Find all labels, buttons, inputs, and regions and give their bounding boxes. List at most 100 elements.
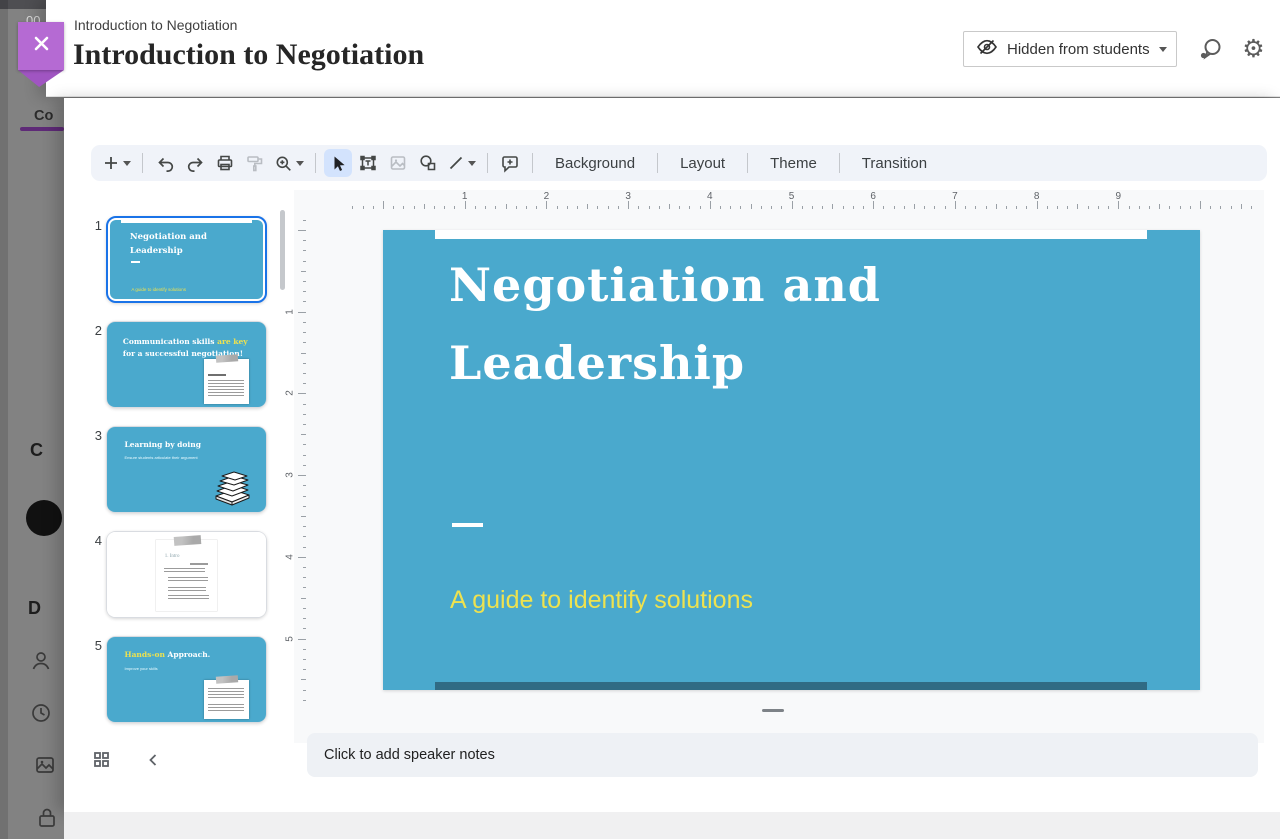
ruler-tick bbox=[638, 206, 639, 209]
chevron-down-icon bbox=[468, 161, 476, 166]
slide-thumbnail-4[interactable]: 1. Intro bbox=[106, 531, 267, 618]
gear-icon[interactable]: ⚙ bbox=[1240, 36, 1267, 63]
ruler-tick bbox=[700, 206, 701, 209]
transition-button[interactable]: Transition bbox=[848, 149, 941, 177]
ruler-tick bbox=[965, 206, 966, 209]
ruler-tick bbox=[567, 206, 568, 209]
ruler-tick bbox=[740, 206, 741, 209]
redo-button[interactable] bbox=[181, 149, 209, 177]
background-button[interactable]: Background bbox=[541, 149, 649, 177]
thumb5-title-accent: Hands-on bbox=[124, 650, 164, 659]
ruler-tick bbox=[434, 206, 435, 209]
ruler-tick bbox=[303, 526, 306, 527]
ruler-tick bbox=[303, 465, 306, 466]
slide-number: 2 bbox=[84, 323, 102, 338]
toolbar-divider bbox=[532, 153, 533, 173]
ruler-tick bbox=[863, 206, 864, 209]
toolbar-divider bbox=[142, 153, 143, 173]
ruler-tick bbox=[303, 322, 306, 323]
ruler-tick bbox=[301, 271, 306, 272]
ruler-tick bbox=[1220, 206, 1221, 209]
ruler-tick bbox=[303, 455, 306, 456]
ruler-tick bbox=[303, 404, 306, 405]
ruler-tick bbox=[303, 618, 306, 619]
slide-title-textbox[interactable]: Negotiation and Leadership bbox=[449, 246, 1089, 402]
ruler-tick bbox=[1200, 201, 1201, 209]
insert-line-button[interactable] bbox=[444, 149, 479, 177]
ruler-tick bbox=[373, 206, 374, 209]
eye-slash-icon bbox=[976, 36, 998, 63]
select-tool-button[interactable] bbox=[324, 149, 352, 177]
grid-view-icon[interactable] bbox=[93, 751, 110, 773]
ruler-tick bbox=[546, 201, 547, 209]
layout-button[interactable]: Layout bbox=[666, 149, 739, 177]
ruler-label: 3 bbox=[625, 191, 631, 202]
ruler-tick bbox=[1098, 206, 1099, 209]
thumb5-subtitle: Improve your skills bbox=[124, 666, 157, 671]
ruler-tick bbox=[1057, 206, 1058, 209]
ruler-tick bbox=[303, 536, 306, 537]
ruler-tick bbox=[1159, 204, 1160, 209]
ruler-tick bbox=[730, 206, 731, 209]
note-text-lines bbox=[208, 704, 244, 713]
insert-image-button[interactable] bbox=[384, 149, 412, 177]
ruler-tick bbox=[781, 206, 782, 209]
slide-number: 3 bbox=[84, 428, 102, 443]
ruler-tick bbox=[301, 353, 306, 354]
ruler-tick bbox=[873, 201, 874, 209]
ruler-label: 6 bbox=[870, 191, 876, 202]
ruler-tick bbox=[1241, 204, 1242, 209]
mini-dash bbox=[131, 261, 140, 263]
speaker-notes-input[interactable]: Click to add speaker notes bbox=[307, 733, 1258, 777]
ruler-tick bbox=[986, 206, 987, 209]
ruler-tick bbox=[955, 201, 956, 209]
ruler-tick bbox=[853, 206, 854, 209]
slide-subtitle-textbox[interactable]: A guide to identify solutions bbox=[450, 586, 753, 615]
ruler-tick bbox=[536, 206, 537, 209]
add-comment-button[interactable] bbox=[496, 149, 524, 177]
note-card bbox=[204, 680, 249, 720]
visibility-dropdown[interactable]: Hidden from students bbox=[963, 31, 1177, 67]
theme-button[interactable]: Theme bbox=[756, 149, 831, 177]
filmstrip-resize-handle[interactable] bbox=[762, 709, 784, 712]
ruler-tick bbox=[1088, 206, 1089, 209]
note-heading-line bbox=[208, 374, 226, 376]
ruler-tick bbox=[679, 206, 680, 209]
thumb3-subtitle: Ensure students articulate their argumen… bbox=[124, 455, 235, 460]
filmstrip-scrollbar[interactable] bbox=[280, 210, 285, 290]
panel-header: Introduction to Negotiation Introduction… bbox=[46, 0, 1280, 97]
ruler-tick bbox=[454, 206, 455, 209]
ruler-tick bbox=[465, 201, 466, 209]
slide-number: 4 bbox=[84, 533, 102, 548]
paint-format-button[interactable] bbox=[241, 149, 269, 177]
ruler-tick bbox=[608, 206, 609, 209]
undo-button[interactable] bbox=[151, 149, 179, 177]
note-card bbox=[204, 359, 249, 403]
image-icon bbox=[34, 754, 56, 776]
ruler-tick bbox=[628, 201, 629, 209]
ruler-tick bbox=[914, 204, 915, 209]
new-slide-button[interactable] bbox=[99, 149, 134, 177]
conversation-icon[interactable] bbox=[1196, 36, 1223, 63]
paper-title: 1. Intro bbox=[165, 554, 180, 559]
slide-thumbnail-3[interactable]: Learning by doing Ensure students articu… bbox=[106, 426, 267, 513]
ruler-tick bbox=[924, 206, 925, 209]
ruler-tick bbox=[301, 598, 306, 599]
slide-thumbnail-1[interactable]: Negotiation and Leadership A guide to id… bbox=[106, 216, 267, 303]
print-button[interactable] bbox=[211, 149, 239, 177]
close-button[interactable] bbox=[18, 22, 64, 70]
ruler-label: 3 bbox=[284, 472, 295, 478]
current-slide[interactable]: Negotiation and Leadership A guide to id… bbox=[383, 230, 1200, 690]
thumb5-title-rest: Approach. bbox=[165, 650, 210, 659]
books-illustration bbox=[209, 467, 255, 507]
ruler-tick bbox=[303, 414, 306, 415]
chevron-left-icon[interactable] bbox=[147, 753, 159, 772]
ruler-tick bbox=[1129, 206, 1130, 209]
insert-shape-button[interactable] bbox=[414, 149, 442, 177]
slide-thumbnail-2[interactable]: Communication skills are key for a succe… bbox=[106, 321, 267, 408]
text-box-button[interactable] bbox=[354, 149, 382, 177]
note-text-lines bbox=[208, 380, 244, 397]
slide-thumbnail-5[interactable]: Hands-on Approach. Improve your skills bbox=[106, 636, 267, 723]
ruler-tick bbox=[303, 281, 306, 282]
zoom-tool-button[interactable] bbox=[271, 149, 307, 177]
